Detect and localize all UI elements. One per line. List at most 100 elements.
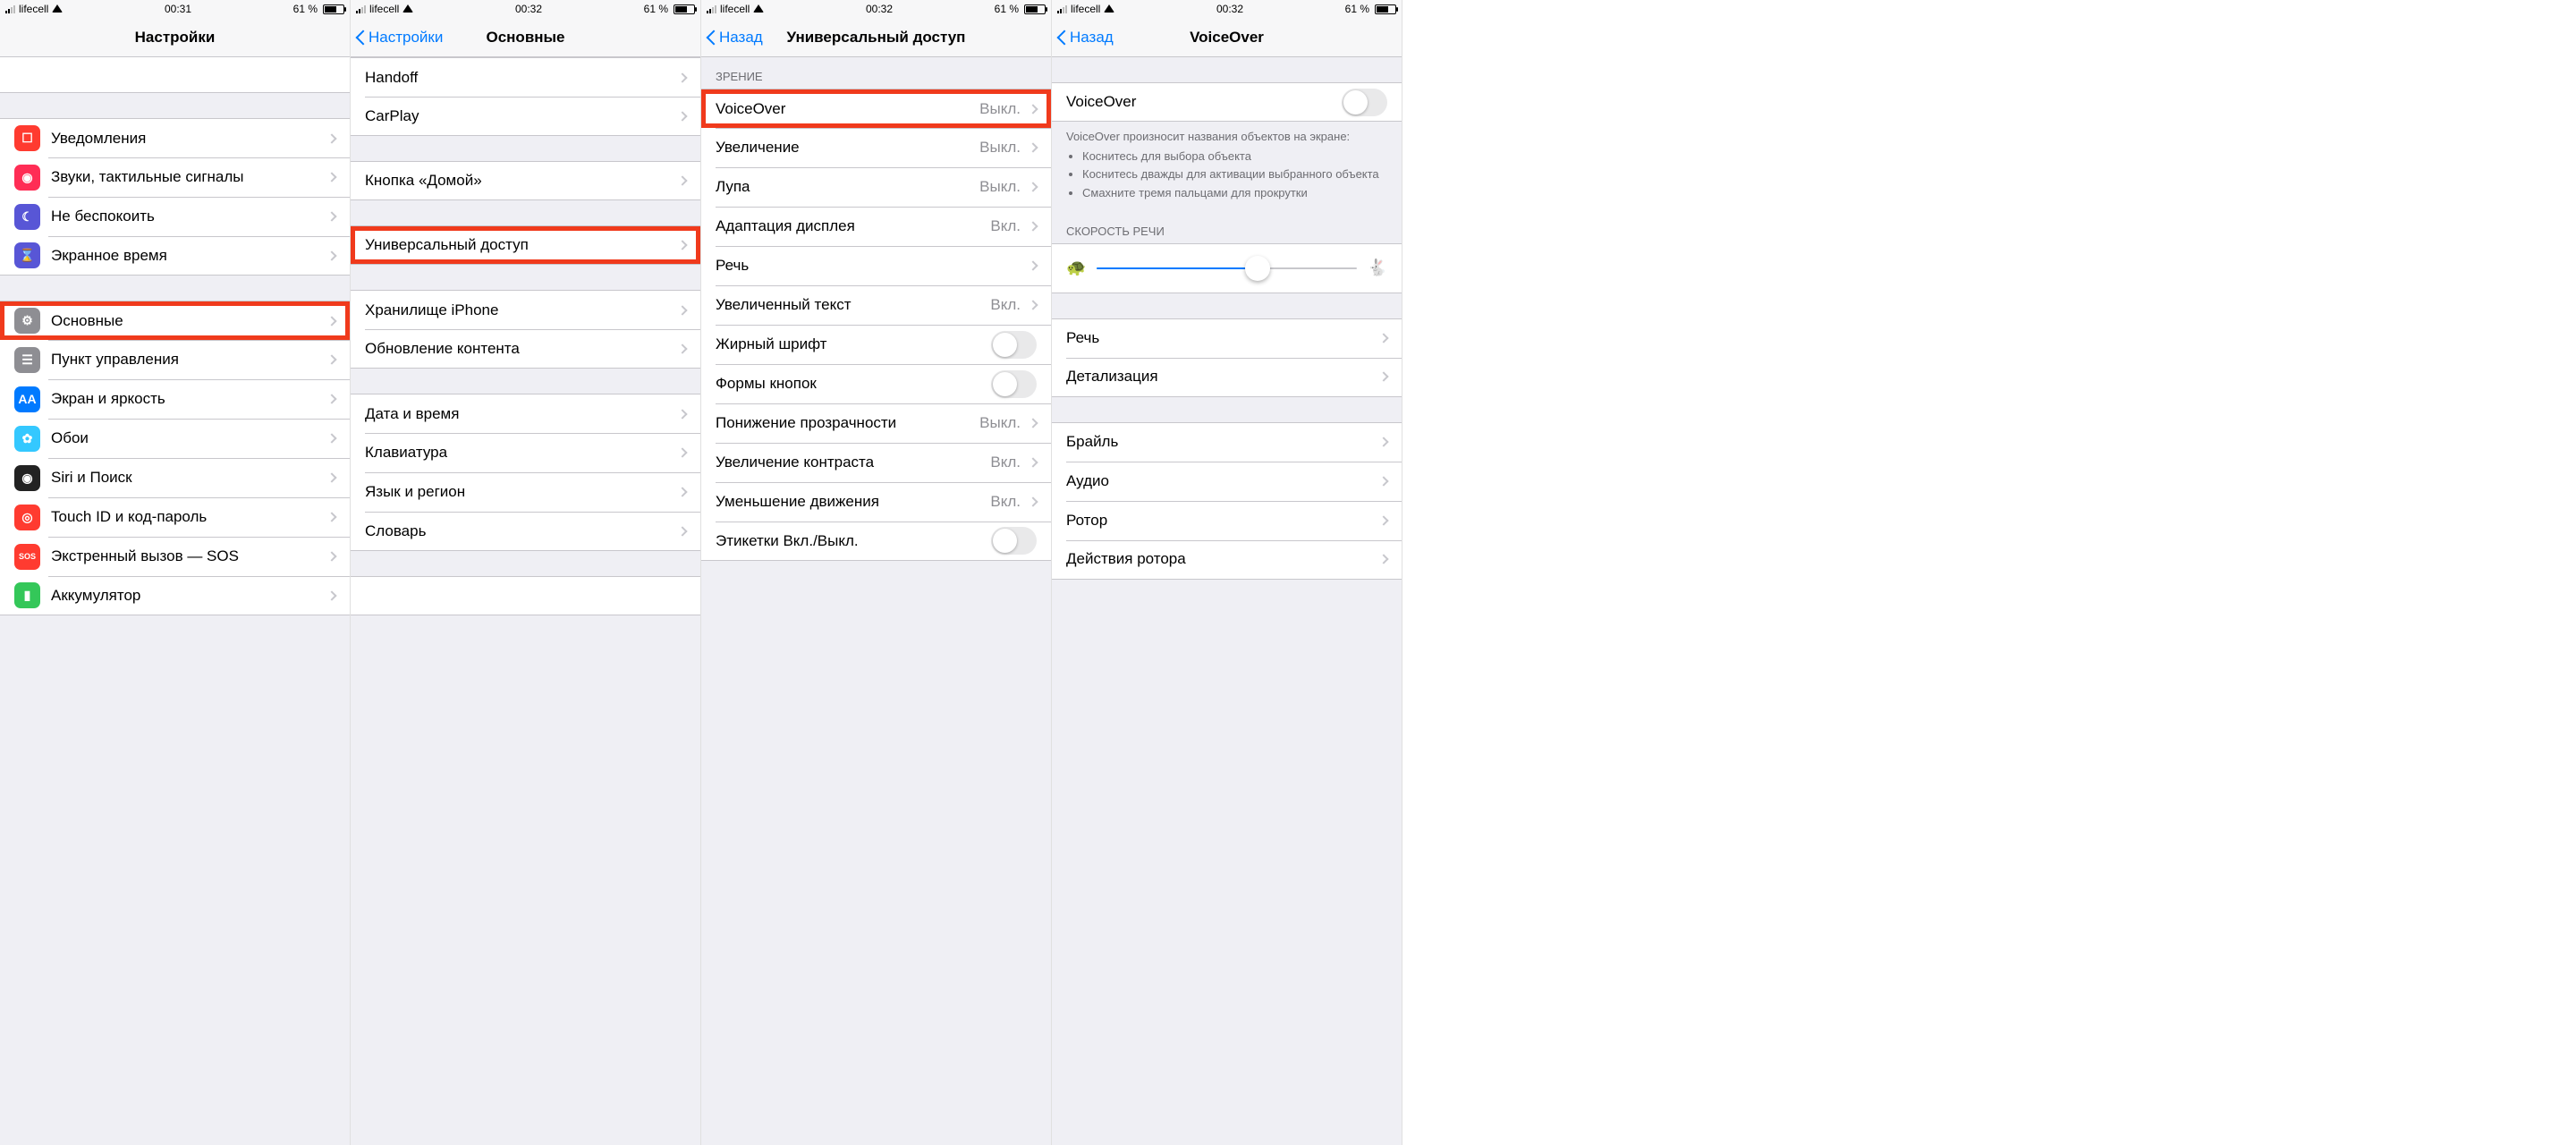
- chevron-right-icon: [326, 211, 336, 221]
- back-button[interactable]: Назад: [1057, 18, 1114, 56]
- row-label: Дата и время: [365, 405, 670, 423]
- chevron-right-icon: [677, 526, 687, 536]
- row-label: Увеличенный текст: [716, 296, 990, 314]
- footer-title: VoiceOver произносит названия объектов н…: [1066, 129, 1387, 145]
- settings-row[interactable]: Кнопка «Домой»: [351, 161, 700, 200]
- settings-row[interactable]: Универсальный доступ: [351, 225, 700, 265]
- chevron-right-icon: [326, 551, 336, 561]
- settings-row[interactable]: ◉Звуки, тактильные сигналы: [0, 157, 350, 197]
- row-toggle[interactable]: [991, 331, 1037, 359]
- chevron-right-icon: [1378, 555, 1388, 564]
- row-label: Универсальный доступ: [365, 236, 670, 254]
- settings-row[interactable]: Жирный шрифт: [701, 325, 1051, 364]
- footer-bullet: Коснитесь для выбора объекта: [1082, 148, 1387, 165]
- settings-row[interactable]: Адаптация дисплеяВкл.: [701, 207, 1051, 246]
- settings-row[interactable]: SOSЭкстренный вызов — SOS: [0, 537, 350, 576]
- settings-row[interactable]: Детализация: [1052, 358, 1402, 397]
- settings-row[interactable]: Ротор: [1052, 501, 1402, 540]
- chevron-left-icon: [707, 29, 717, 47]
- settings-row[interactable]: Клавиатура: [351, 433, 700, 472]
- nav-bar: Настройки Основные: [351, 18, 700, 57]
- battery-icon: [323, 4, 344, 14]
- carrier-label: lifecell: [19, 3, 48, 15]
- settings-row[interactable]: УвеличениеВыкл.: [701, 128, 1051, 167]
- footer-bullet: Смахните тремя пальцами для прокрутки: [1082, 185, 1387, 201]
- back-label: Назад: [1070, 29, 1114, 47]
- battery-icon: [1024, 4, 1046, 14]
- settings-row[interactable]: Handoff: [351, 57, 700, 97]
- row-label: Уведомления: [51, 130, 319, 148]
- row-label: Увеличение: [716, 139, 979, 157]
- settings-row[interactable]: Речь: [1052, 318, 1402, 358]
- settings-row[interactable]: ☰Пункт управления: [0, 340, 350, 379]
- sos-icon: SOS: [14, 544, 40, 570]
- row-label: CarPlay: [365, 107, 670, 125]
- row-label: Ротор: [1066, 512, 1371, 530]
- settings-row[interactable]: Понижение прозрачностиВыкл.: [701, 403, 1051, 443]
- row-toggle[interactable]: [991, 527, 1037, 555]
- partial-row: [0, 57, 350, 93]
- chevron-right-icon: [677, 409, 687, 419]
- settings-row[interactable]: Обновление контента: [351, 329, 700, 369]
- battery-icon: [674, 4, 695, 14]
- turtle-icon: 🐢: [1066, 259, 1086, 277]
- screenshot-4: lifecell 00:32 61 % Назад VoiceOver Voic…: [1052, 0, 1402, 1145]
- back-button[interactable]: Настройки: [356, 18, 443, 56]
- carrier-label: lifecell: [720, 3, 750, 15]
- row-value: Вкл.: [990, 296, 1021, 314]
- row-label: Аудио: [1066, 472, 1371, 490]
- screenshot-3: lifecell 00:32 61 % Назад Универсальный …: [701, 0, 1052, 1145]
- row-label: Речь: [1066, 329, 1371, 347]
- settings-row[interactable]: ⚙Основные: [0, 301, 350, 340]
- settings-row[interactable]: Действия ротора: [1052, 540, 1402, 580]
- settings-row[interactable]: CarPlay: [351, 97, 700, 136]
- settings-row[interactable]: ☾Не беспокоить: [0, 197, 350, 236]
- settings-row[interactable]: Этикетки Вкл./Выкл.: [701, 522, 1051, 561]
- settings-row[interactable]: ЛупаВыкл.: [701, 167, 1051, 207]
- row-label: Не беспокоить: [51, 208, 319, 225]
- settings-row[interactable]: Увеличение контрастаВкл.: [701, 443, 1051, 482]
- settings-row[interactable]: Дата и время: [351, 394, 700, 433]
- chevron-right-icon: [326, 394, 336, 403]
- voiceover-toggle-row[interactable]: VoiceOver: [1052, 82, 1402, 122]
- back-button[interactable]: Назад: [707, 18, 763, 56]
- page-title: Универсальный доступ: [787, 29, 966, 47]
- settings-row[interactable]: Аудио: [1052, 462, 1402, 501]
- chevron-right-icon: [677, 305, 687, 315]
- settings-row[interactable]: Словарь: [351, 512, 700, 551]
- row-toggle[interactable]: [991, 370, 1037, 398]
- settings-row[interactable]: Хранилище iPhone: [351, 290, 700, 329]
- settings-row[interactable]: Язык и регион: [351, 472, 700, 512]
- settings-row[interactable]: Речь: [701, 246, 1051, 285]
- footer-bullet: Коснитесь дважды для активации выбранног…: [1082, 166, 1387, 182]
- speaking-rate-slider[interactable]: [1097, 267, 1356, 269]
- settings-row[interactable]: ◎Touch ID и код-пароль: [0, 497, 350, 537]
- settings-row[interactable]: Уменьшение движенияВкл.: [701, 482, 1051, 522]
- voiceover-description: VoiceOver произносит названия объектов н…: [1052, 122, 1402, 212]
- bell-icon: ☐: [14, 125, 40, 151]
- table-row[interactable]: [351, 576, 700, 615]
- settings-row[interactable]: Формы кнопок: [701, 364, 1051, 403]
- battery-pct: 61 %: [644, 3, 668, 15]
- chevron-right-icon: [677, 175, 687, 185]
- time-label: 00:32: [866, 3, 893, 15]
- settings-row[interactable]: AAЭкран и яркость: [0, 379, 350, 419]
- settings-row[interactable]: Увеличенный текстВкл.: [701, 285, 1051, 325]
- row-value: Выкл.: [979, 139, 1021, 157]
- battery-icon: [1375, 4, 1396, 14]
- settings-row[interactable]: ◉Siri и Поиск: [0, 458, 350, 497]
- settings-row[interactable]: ☐ Уведомления: [0, 118, 350, 157]
- row-label: Звуки, тактильные сигналы: [51, 168, 319, 186]
- signal-icon: [356, 4, 366, 13]
- chevron-right-icon: [326, 354, 336, 364]
- settings-row[interactable]: Брайль: [1052, 422, 1402, 462]
- chevron-right-icon: [1378, 515, 1388, 525]
- chevron-right-icon: [326, 512, 336, 522]
- settings-row[interactable]: ⌛Экранное время: [0, 236, 350, 276]
- page-title: Основные: [486, 29, 564, 47]
- voiceover-toggle[interactable]: [1342, 89, 1387, 116]
- settings-row[interactable]: ✿Обои: [0, 419, 350, 458]
- rabbit-icon: 🐇: [1368, 259, 1387, 277]
- settings-row[interactable]: ▮Аккумулятор: [0, 576, 350, 615]
- settings-row[interactable]: VoiceOverВыкл.: [701, 89, 1051, 128]
